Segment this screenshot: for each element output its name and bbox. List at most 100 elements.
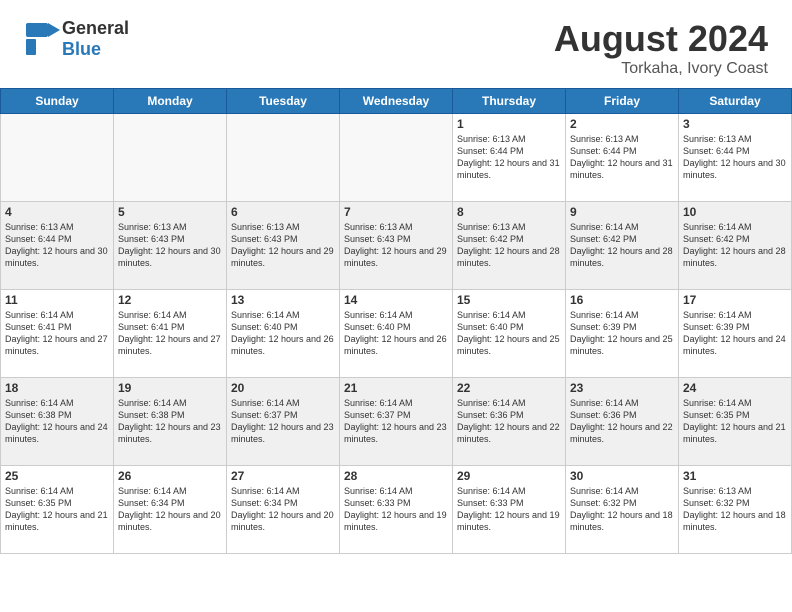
logo: General Blue xyxy=(24,18,129,60)
sunrise-label: Sunrise: 6:13 AM xyxy=(231,222,300,232)
day-info: Sunrise: 6:14 AM Sunset: 6:39 PM Dayligh… xyxy=(570,309,674,358)
day-number: 19 xyxy=(118,381,222,395)
sunrise-label: Sunrise: 6:13 AM xyxy=(457,134,526,144)
daylight-label: Daylight: 12 hours and 27 minutes. xyxy=(118,334,221,356)
daylight-label: Daylight: 12 hours and 20 minutes. xyxy=(118,510,221,532)
day-cell: 17 Sunrise: 6:14 AM Sunset: 6:39 PM Dayl… xyxy=(679,290,792,378)
sunset-label: Sunset: 6:44 PM xyxy=(457,146,524,156)
day-info: Sunrise: 6:14 AM Sunset: 6:41 PM Dayligh… xyxy=(118,309,222,358)
calendar-week-2: 11 Sunrise: 6:14 AM Sunset: 6:41 PM Dayl… xyxy=(1,290,792,378)
title-block: August 2024 Torkaha, Ivory Coast xyxy=(554,18,768,78)
calendar-week-1: 4 Sunrise: 6:13 AM Sunset: 6:44 PM Dayli… xyxy=(1,202,792,290)
day-info: Sunrise: 6:14 AM Sunset: 6:42 PM Dayligh… xyxy=(683,221,787,270)
sunrise-label: Sunrise: 6:14 AM xyxy=(570,310,639,320)
day-number: 24 xyxy=(683,381,787,395)
sunset-label: Sunset: 6:39 PM xyxy=(683,322,750,332)
day-info: Sunrise: 6:14 AM Sunset: 6:36 PM Dayligh… xyxy=(457,397,561,446)
day-cell: 1 Sunrise: 6:13 AM Sunset: 6:44 PM Dayli… xyxy=(453,114,566,202)
day-cell: 15 Sunrise: 6:14 AM Sunset: 6:40 PM Dayl… xyxy=(453,290,566,378)
day-number: 20 xyxy=(231,381,335,395)
day-cell: 21 Sunrise: 6:14 AM Sunset: 6:37 PM Dayl… xyxy=(340,378,453,466)
sunset-label: Sunset: 6:39 PM xyxy=(570,322,637,332)
day-info: Sunrise: 6:14 AM Sunset: 6:35 PM Dayligh… xyxy=(5,485,109,534)
day-cell: 22 Sunrise: 6:14 AM Sunset: 6:36 PM Dayl… xyxy=(453,378,566,466)
sunset-label: Sunset: 6:40 PM xyxy=(457,322,524,332)
day-cell: 24 Sunrise: 6:14 AM Sunset: 6:35 PM Dayl… xyxy=(679,378,792,466)
sunrise-label: Sunrise: 6:13 AM xyxy=(344,222,413,232)
daylight-label: Daylight: 12 hours and 30 minutes. xyxy=(118,246,221,268)
calendar-header-row: Sunday Monday Tuesday Wednesday Thursday… xyxy=(1,89,792,114)
sunset-label: Sunset: 6:33 PM xyxy=(344,498,411,508)
header-monday: Monday xyxy=(114,89,227,114)
day-info: Sunrise: 6:13 AM Sunset: 6:43 PM Dayligh… xyxy=(118,221,222,270)
sunrise-label: Sunrise: 6:14 AM xyxy=(570,486,639,496)
sunrise-label: Sunrise: 6:14 AM xyxy=(457,398,526,408)
day-info: Sunrise: 6:14 AM Sunset: 6:39 PM Dayligh… xyxy=(683,309,787,358)
day-number: 18 xyxy=(5,381,109,395)
sunrise-label: Sunrise: 6:14 AM xyxy=(118,310,187,320)
day-info: Sunrise: 6:14 AM Sunset: 6:32 PM Dayligh… xyxy=(570,485,674,534)
calendar-table: Sunday Monday Tuesday Wednesday Thursday… xyxy=(0,88,792,554)
sunrise-label: Sunrise: 6:14 AM xyxy=(344,310,413,320)
daylight-label: Daylight: 12 hours and 22 minutes. xyxy=(570,422,673,444)
header-thursday: Thursday xyxy=(453,89,566,114)
day-cell: 5 Sunrise: 6:13 AM Sunset: 6:43 PM Dayli… xyxy=(114,202,227,290)
sunrise-label: Sunrise: 6:13 AM xyxy=(457,222,526,232)
day-cell: 12 Sunrise: 6:14 AM Sunset: 6:41 PM Dayl… xyxy=(114,290,227,378)
daylight-label: Daylight: 12 hours and 30 minutes. xyxy=(5,246,108,268)
sunset-label: Sunset: 6:36 PM xyxy=(570,410,637,420)
logo-general: General xyxy=(62,18,129,39)
day-cell: 27 Sunrise: 6:14 AM Sunset: 6:34 PM Dayl… xyxy=(227,466,340,554)
day-info: Sunrise: 6:14 AM Sunset: 6:35 PM Dayligh… xyxy=(683,397,787,446)
daylight-label: Daylight: 12 hours and 18 minutes. xyxy=(570,510,673,532)
sunset-label: Sunset: 6:42 PM xyxy=(683,234,750,244)
sunset-label: Sunset: 6:37 PM xyxy=(231,410,298,420)
day-cell: 28 Sunrise: 6:14 AM Sunset: 6:33 PM Dayl… xyxy=(340,466,453,554)
day-number: 21 xyxy=(344,381,448,395)
day-info: Sunrise: 6:14 AM Sunset: 6:36 PM Dayligh… xyxy=(570,397,674,446)
sunset-label: Sunset: 6:41 PM xyxy=(118,322,185,332)
daylight-label: Daylight: 12 hours and 23 minutes. xyxy=(344,422,447,444)
day-cell: 6 Sunrise: 6:13 AM Sunset: 6:43 PM Dayli… xyxy=(227,202,340,290)
day-number: 11 xyxy=(5,293,109,307)
daylight-label: Daylight: 12 hours and 23 minutes. xyxy=(231,422,334,444)
day-cell: 3 Sunrise: 6:13 AM Sunset: 6:44 PM Dayli… xyxy=(679,114,792,202)
day-cell: 14 Sunrise: 6:14 AM Sunset: 6:40 PM Dayl… xyxy=(340,290,453,378)
header-wednesday: Wednesday xyxy=(340,89,453,114)
sunset-label: Sunset: 6:35 PM xyxy=(683,410,750,420)
daylight-label: Daylight: 12 hours and 24 minutes. xyxy=(5,422,108,444)
day-info: Sunrise: 6:13 AM Sunset: 6:42 PM Dayligh… xyxy=(457,221,561,270)
sunset-label: Sunset: 6:43 PM xyxy=(231,234,298,244)
sunset-label: Sunset: 6:41 PM xyxy=(5,322,72,332)
day-cell: 18 Sunrise: 6:14 AM Sunset: 6:38 PM Dayl… xyxy=(1,378,114,466)
sunset-label: Sunset: 6:38 PM xyxy=(5,410,72,420)
header-sunday: Sunday xyxy=(1,89,114,114)
sunset-label: Sunset: 6:38 PM xyxy=(118,410,185,420)
page-container: General Blue August 2024 Torkaha, Ivory … xyxy=(0,0,792,554)
day-number: 22 xyxy=(457,381,561,395)
day-info: Sunrise: 6:14 AM Sunset: 6:42 PM Dayligh… xyxy=(570,221,674,270)
day-info: Sunrise: 6:14 AM Sunset: 6:37 PM Dayligh… xyxy=(344,397,448,446)
sunrise-label: Sunrise: 6:14 AM xyxy=(344,398,413,408)
sunrise-label: Sunrise: 6:14 AM xyxy=(231,310,300,320)
day-number: 7 xyxy=(344,205,448,219)
daylight-label: Daylight: 12 hours and 18 minutes. xyxy=(683,510,786,532)
day-cell: 4 Sunrise: 6:13 AM Sunset: 6:44 PM Dayli… xyxy=(1,202,114,290)
daylight-label: Daylight: 12 hours and 29 minutes. xyxy=(344,246,447,268)
sunrise-label: Sunrise: 6:14 AM xyxy=(5,398,74,408)
logo-icon xyxy=(24,21,60,57)
day-number: 28 xyxy=(344,469,448,483)
day-cell: 11 Sunrise: 6:14 AM Sunset: 6:41 PM Dayl… xyxy=(1,290,114,378)
sunset-label: Sunset: 6:43 PM xyxy=(118,234,185,244)
day-number: 6 xyxy=(231,205,335,219)
sunrise-label: Sunrise: 6:13 AM xyxy=(683,486,752,496)
day-info: Sunrise: 6:14 AM Sunset: 6:38 PM Dayligh… xyxy=(5,397,109,446)
calendar-week-0: 1 Sunrise: 6:13 AM Sunset: 6:44 PM Dayli… xyxy=(1,114,792,202)
day-cell: 26 Sunrise: 6:14 AM Sunset: 6:34 PM Dayl… xyxy=(114,466,227,554)
sunrise-label: Sunrise: 6:14 AM xyxy=(570,222,639,232)
daylight-label: Daylight: 12 hours and 29 minutes. xyxy=(231,246,334,268)
sunset-label: Sunset: 6:42 PM xyxy=(457,234,524,244)
month-year: August 2024 xyxy=(554,18,768,60)
day-info: Sunrise: 6:13 AM Sunset: 6:44 PM Dayligh… xyxy=(5,221,109,270)
day-number: 23 xyxy=(570,381,674,395)
